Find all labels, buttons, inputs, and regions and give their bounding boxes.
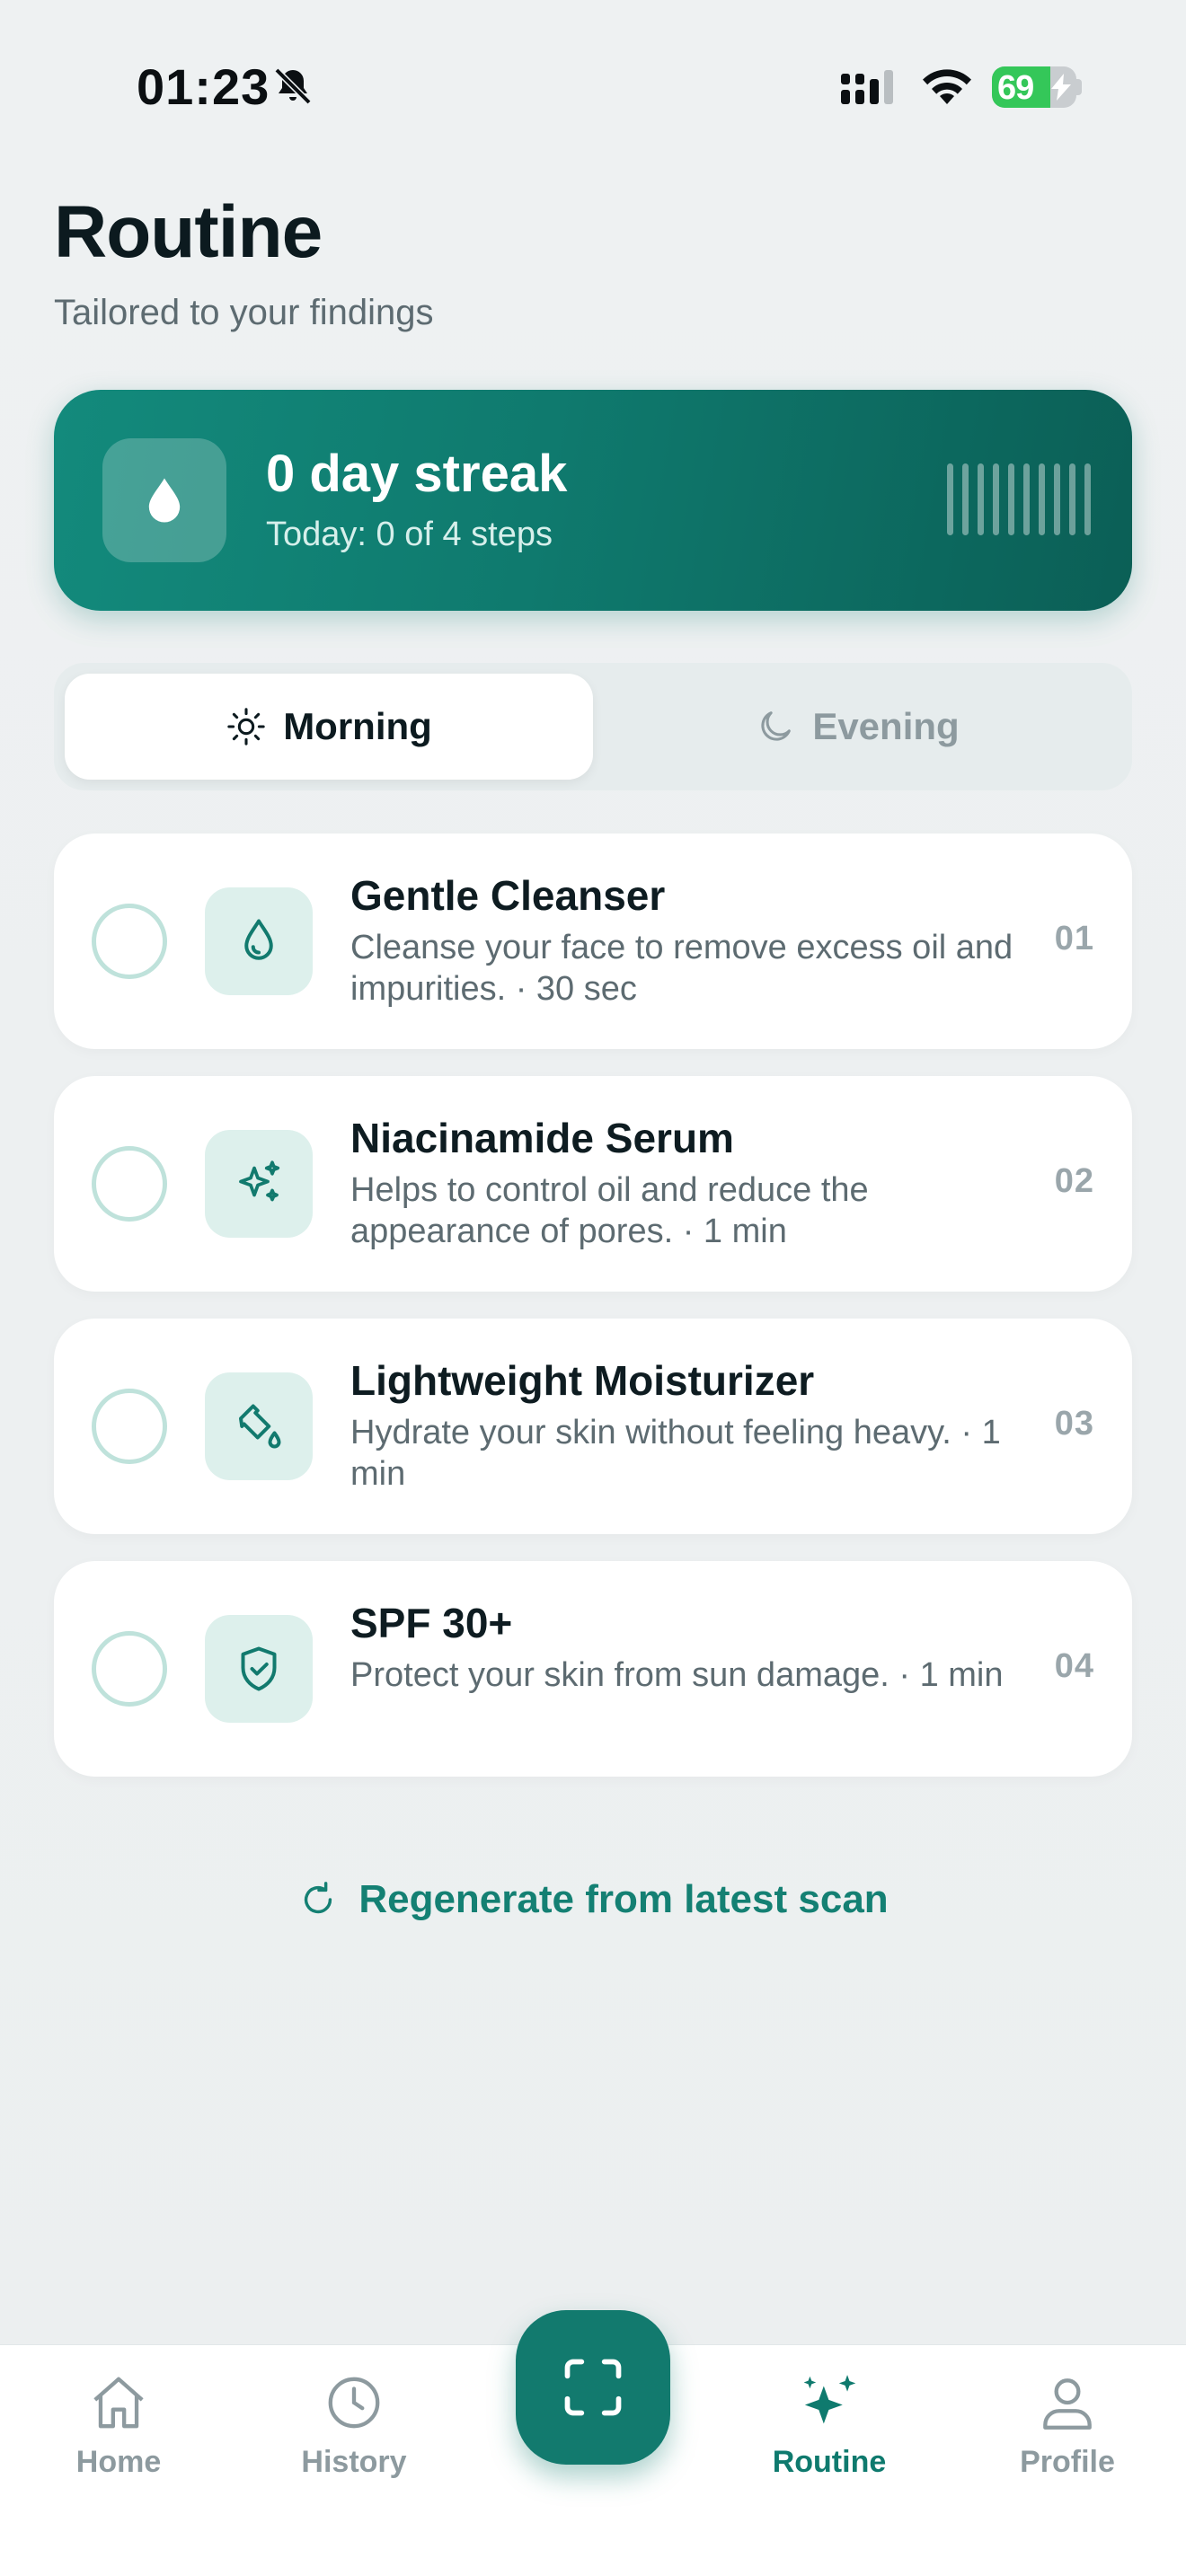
bell-slash-icon [274, 67, 312, 105]
step-title: Lightweight Moisturizer [350, 1357, 815, 1404]
step-icon-box [205, 1130, 313, 1238]
streak-day-bar [962, 463, 969, 535]
streak-card: 0 day streak Today: 0 of 4 steps [54, 390, 1132, 611]
charging-bolt-icon [1051, 74, 1071, 101]
page-title: Routine [54, 191, 323, 273]
tab-home-label: Home [75, 2445, 162, 2479]
streak-day-bar [993, 463, 999, 535]
tab-profile-label: Profile [1020, 2445, 1115, 2479]
status-bar: 01:23 69 [0, 0, 1186, 171]
step-number: 04 [1054, 1647, 1094, 1685]
streak-day-bar [1023, 463, 1030, 535]
tab-evening-label: Evening [812, 705, 960, 747]
routine-step[interactable]: Niacinamide Serum Helps to control oil a… [54, 1076, 1132, 1292]
home-icon [93, 2377, 144, 2429]
streak-day-bar [1008, 463, 1014, 535]
step-checkbox[interactable] [92, 1389, 167, 1464]
person-icon [1043, 2378, 1092, 2430]
step-checkbox[interactable] [92, 1146, 167, 1222]
step-description: Protect your skin from sun damage. · 1 m… [350, 1656, 1004, 1694]
step-number: 01 [1054, 920, 1094, 957]
step-description: Helps to control oil and reduce the appe… [350, 1171, 869, 1250]
time-of-day-selector: Morning Evening [54, 663, 1132, 790]
battery-indicator: 69 [992, 66, 1076, 108]
streak-title: 0 day streak [266, 445, 568, 503]
sparkles-icon [803, 2375, 856, 2424]
step-title: SPF 30+ [350, 1600, 513, 1646]
tab-home[interactable]: Home [29, 2369, 208, 2480]
streak-progress-text: Today: 0 of 4 steps [266, 516, 553, 553]
battery-percent: 69 [997, 69, 1034, 107]
regenerate-button[interactable]: Regenerate from latest scan [0, 1877, 1186, 1922]
streak-day-bar [1039, 463, 1045, 535]
step-number: 02 [1054, 1162, 1094, 1200]
step-number: 03 [1054, 1405, 1094, 1442]
step-icon-box [205, 1372, 313, 1480]
streak-history-bars [947, 463, 1091, 535]
sparkles-icon [239, 1160, 280, 1202]
status-time: 01:23 [137, 58, 270, 115]
streak-icon-box [102, 438, 226, 562]
routine-step[interactable]: SPF 30+ Protect your skin from sun damag… [54, 1561, 1132, 1777]
step-description: Cleanse your face to remove excess oil a… [350, 929, 1013, 1008]
routine-screen: 01:23 69 Routine Tailored to your findin… [0, 0, 1186, 2576]
sun-icon [227, 708, 265, 745]
tab-history-label: History [301, 2445, 407, 2479]
scan-frame-icon [564, 2359, 622, 2416]
battery-cap [1075, 79, 1082, 95]
regenerate-label: Regenerate from latest scan [358, 1877, 889, 1921]
droplet-icon [148, 478, 181, 523]
tab-evening[interactable]: Evening [593, 674, 1121, 780]
routine-step[interactable]: Gentle Cleanser Cleanse your face to rem… [54, 834, 1132, 1049]
step-icon-box [205, 887, 313, 995]
wifi-icon [923, 69, 971, 104]
step-checkbox[interactable] [92, 904, 167, 979]
step-title: Gentle Cleanser [350, 872, 666, 919]
streak-day-bar [947, 463, 953, 535]
droplet-icon [244, 919, 273, 960]
step-description: Hydrate your skin without feeling heavy.… [350, 1414, 1001, 1493]
tab-routine[interactable]: Routine [739, 2369, 919, 2480]
moon-icon [761, 711, 792, 741]
streak-day-bar [1069, 463, 1075, 535]
tab-morning[interactable]: Morning [65, 674, 593, 780]
tab-profile[interactable]: Profile [978, 2369, 1157, 2480]
tab-morning-label: Morning [283, 705, 432, 747]
shield-check-icon [241, 1646, 277, 1691]
tab-history[interactable]: History [264, 2369, 444, 2480]
scan-button[interactable] [516, 2310, 670, 2465]
bottle-icon [239, 1404, 281, 1449]
streak-day-bar [978, 463, 984, 535]
routine-step[interactable]: Lightweight Moisturizer Hydrate your ski… [54, 1319, 1132, 1534]
step-title: Niacinamide Serum [350, 1115, 734, 1161]
refresh-icon [305, 1882, 332, 1914]
cellular-signal-icon [841, 70, 893, 104]
tab-routine-label: Routine [772, 2445, 887, 2479]
streak-day-bar [1054, 463, 1060, 535]
step-icon-box [205, 1615, 313, 1723]
step-checkbox[interactable] [92, 1631, 167, 1707]
page-subtitle: Tailored to your findings [54, 293, 434, 332]
streak-day-bar [1084, 463, 1091, 535]
clock-icon [328, 2377, 380, 2429]
